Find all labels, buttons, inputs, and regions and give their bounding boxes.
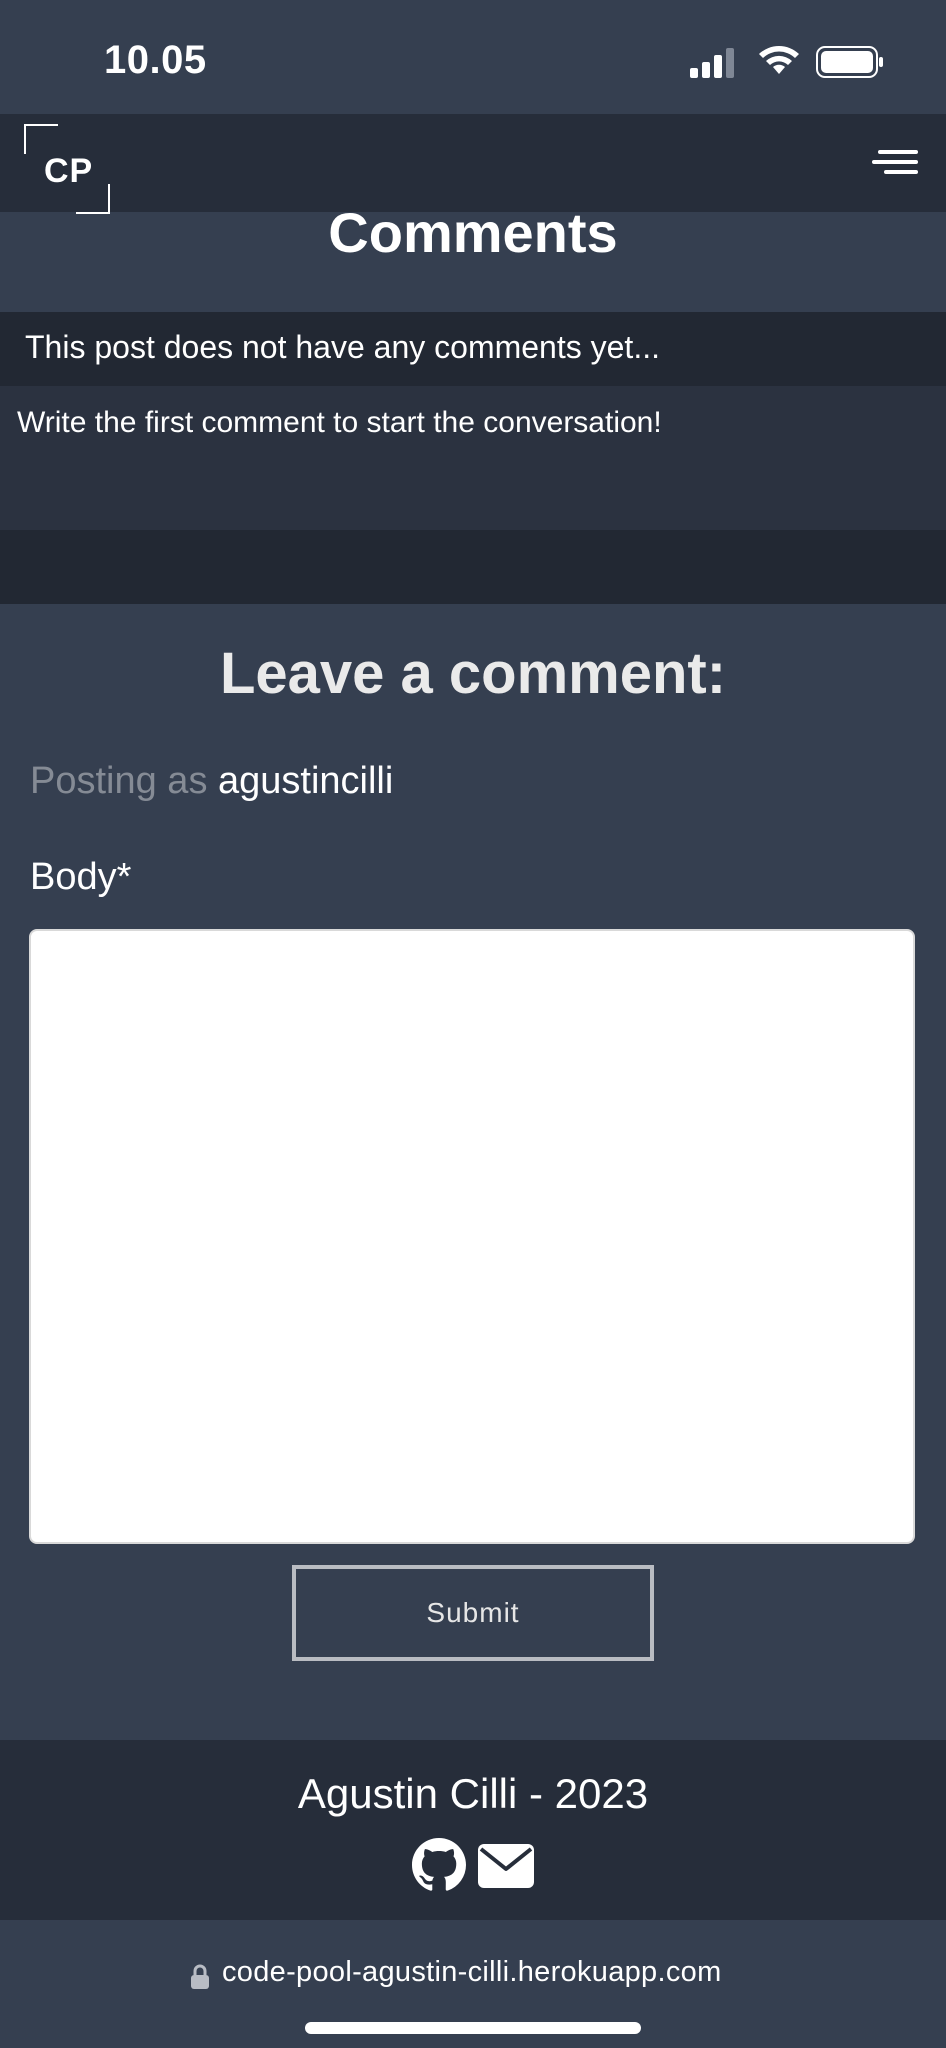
footer: Agustin Cilli - 2023: [0, 1740, 946, 1920]
home-indicator[interactable]: [305, 2022, 641, 2034]
first-comment-area: Write the first comment to start the con…: [0, 386, 946, 530]
lock-icon: [191, 1964, 209, 1989]
status-time: 10.05: [104, 38, 207, 82]
leave-comment-title: Leave a comment:: [219, 641, 727, 706]
no-comments-bar: This post does not have any comments yet…: [0, 312, 946, 386]
body-label: Body*: [30, 856, 132, 898]
browser-url-bar: code-pool-agustin-cilli.herokuapp.com: [0, 1920, 946, 2048]
logo-corner-top-left: [24, 124, 58, 154]
footer-credit: Agustin Cilli - 2023: [297, 1770, 649, 1817]
comment-body-textarea[interactable]: [29, 929, 915, 1544]
logo-text: CP: [44, 152, 94, 190]
battery-icon: [816, 46, 883, 78]
posting-username: agustincilli: [218, 760, 394, 802]
hamburger-icon[interactable]: [872, 150, 918, 184]
first-comment-prompt: Write the first comment to start the con…: [17, 406, 662, 439]
comments-title: Comments: [328, 201, 618, 264]
section-divider: [0, 530, 946, 604]
mail-icon[interactable]: [478, 1844, 534, 1888]
submit-button[interactable]: Submit: [292, 1565, 654, 1661]
signal-icon: [690, 48, 734, 78]
url-text[interactable]: code-pool-agustin-cilli.herokuapp.com: [222, 1956, 722, 1989]
status-bar: 10.05: [0, 0, 946, 114]
github-icon[interactable]: [412, 1838, 466, 1892]
wifi-icon: [759, 46, 799, 74]
posting-as-label: Posting as: [30, 760, 208, 802]
navbar: CP: [0, 114, 946, 214]
no-comments-message: This post does not have any comments yet…: [25, 329, 660, 365]
posting-as-line: Posting as agustincilli: [30, 760, 393, 803]
